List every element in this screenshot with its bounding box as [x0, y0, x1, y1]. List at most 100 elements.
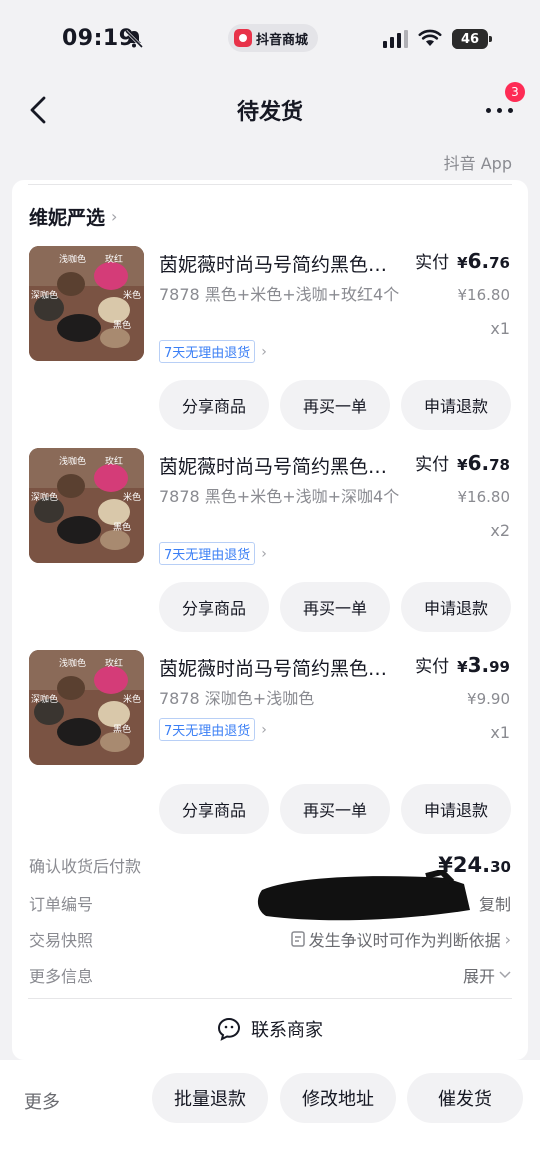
product-image: 浅咖色 玫红 深咖色 米色 黑色: [29, 246, 144, 361]
paid-amount-int: 3.: [467, 653, 490, 677]
app-indicator-label: 抖音商城: [256, 32, 309, 48]
order-item: 浅咖色 玫红 深咖色 米色 黑色 茵妮薇时尚马号简约黑色… 7878 黑色+米色…: [0, 246, 540, 448]
request-refund-button[interactable]: 申请退款: [401, 582, 511, 632]
quantity: x1: [490, 723, 510, 742]
ellipsis-dot: [508, 108, 513, 113]
original-price: ¥9.90: [467, 690, 510, 708]
product-image: 浅咖色 玫红 深咖色 米色 黑色: [29, 650, 144, 765]
thumb-label: 浅咖色: [59, 253, 86, 265]
product-spec: 7878 黑色+米色+浅咖+深咖4个: [159, 487, 400, 506]
chevron-right-icon: ›: [261, 545, 267, 562]
douyin-mall-logo-icon: [234, 29, 252, 47]
order-item: 浅咖色 玫红 深咖色 米色 黑色 茵妮薇时尚马号简约黑色… 7878 黑色+米色…: [0, 448, 540, 650]
return-tag-label: 7天无理由退货: [159, 340, 256, 363]
paid-amount-int: 6.: [467, 249, 490, 273]
more-info-row[interactable]: 更多信息 展开: [29, 960, 511, 990]
item-actions: 分享商品 再买一单 申请退款: [159, 784, 511, 834]
bell-slash-icon: [124, 29, 144, 49]
thumb-label: 黑色: [113, 521, 131, 533]
contact-merchant-button[interactable]: 联系商家: [0, 1016, 540, 1042]
battery-indicator: 46: [452, 29, 492, 49]
thumb-label: 浅咖色: [59, 455, 86, 467]
thumb-label: 米色: [123, 491, 141, 503]
paid-amount-dec: 76: [489, 254, 510, 272]
return-tag-label: 7天无理由退货: [159, 718, 256, 741]
share-product-button[interactable]: 分享商品: [159, 784, 269, 834]
ellipsis-dot: [497, 108, 502, 113]
paid-label: 实付: [415, 455, 450, 475]
more-info-label: 更多信息: [29, 967, 94, 986]
change-address-button[interactable]: 修改地址: [280, 1073, 396, 1123]
thumb-label: 米色: [123, 693, 141, 705]
return-policy-tag[interactable]: 7天无理由退货 ›: [159, 542, 267, 565]
notification-badge: 3: [505, 82, 525, 102]
return-policy-tag[interactable]: 7天无理由退货 ›: [159, 718, 267, 741]
paid-label: 实付: [415, 253, 450, 273]
batch-refund-button[interactable]: 批量退款: [152, 1073, 268, 1123]
original-price: ¥16.80: [457, 286, 511, 304]
return-tag-label: 7天无理由退货: [159, 542, 256, 565]
thumb-label: 玫红: [105, 657, 123, 669]
app-indicator[interactable]: 抖音商城: [228, 24, 319, 52]
page-title: 待发货: [236, 100, 303, 125]
status-bar: 09:19 抖音商城 46: [0, 0, 540, 78]
chevron-right-icon: ›: [111, 207, 118, 226]
buy-again-button[interactable]: 再买一单: [280, 582, 390, 632]
thumb-label: 黑色: [113, 723, 131, 735]
order-total-dec: 30: [490, 858, 511, 876]
product-thumbnail[interactable]: 浅咖色 玫红 深咖色 米色 黑色: [29, 650, 144, 765]
product-image: 浅咖色 玫红 深咖色 米色 黑色: [29, 448, 144, 563]
chevron-right-icon: ›: [504, 929, 511, 949]
expand-button[interactable]: 展开: [463, 963, 511, 987]
urge-shipment-button[interactable]: 催发货: [407, 1073, 523, 1123]
source-label: 抖音 App: [443, 154, 512, 173]
thumb-label: 深咖色: [31, 289, 58, 301]
item-actions: 分享商品 再买一单 申请退款: [159, 582, 511, 632]
product-title[interactable]: 茵妮薇时尚马号简约黑色…: [159, 654, 403, 681]
battery-level: 46: [460, 31, 480, 47]
product-spec: 7878 黑色+米色+浅咖+玫红4个: [159, 285, 400, 304]
chevron-right-icon: ›: [261, 721, 267, 738]
chat-icon: [217, 1017, 241, 1041]
currency-symbol: ¥: [457, 254, 468, 272]
quantity: x2: [490, 521, 510, 540]
share-product-button[interactable]: 分享商品: [159, 582, 269, 632]
product-spec: 7878 深咖色+浅咖色: [159, 689, 315, 708]
copy-order-number-button[interactable]: 复制: [479, 891, 511, 915]
shop-name-link[interactable]: 维妮严选 ›: [29, 203, 117, 230]
chevron-down-icon: [499, 971, 511, 979]
paid-label: 实付: [415, 657, 450, 677]
wifi-icon: [418, 29, 442, 46]
order-number-label: 订单编号: [29, 895, 94, 914]
thumb-label: 米色: [123, 289, 141, 301]
paid-amount-dec: 99: [489, 658, 510, 676]
product-thumbnail[interactable]: 浅咖色 玫红 深咖色 米色 黑色: [29, 448, 144, 563]
paid-amount-int: 6.: [467, 451, 490, 475]
contact-merchant-label: 联系商家: [251, 1020, 323, 1041]
paid-price: 实付 ¥6.78: [415, 450, 510, 475]
product-title[interactable]: 茵妮薇时尚马号简约黑色…: [159, 250, 403, 277]
buy-again-button[interactable]: 再买一单: [280, 784, 390, 834]
snapshot-label: 交易快照: [29, 931, 94, 950]
return-policy-tag[interactable]: 7天无理由退货 ›: [159, 340, 267, 363]
product-title[interactable]: 茵妮薇时尚马号简约黑色…: [159, 452, 403, 479]
thumb-label: 深咖色: [31, 491, 58, 503]
share-product-button[interactable]: 分享商品: [159, 380, 269, 430]
thumb-label: 浅咖色: [59, 657, 86, 669]
more-actions-button[interactable]: 更多: [24, 1088, 60, 1114]
product-thumbnail[interactable]: 浅咖色 玫红 深咖色 米色 黑色: [29, 246, 144, 361]
request-refund-button[interactable]: 申请退款: [401, 784, 511, 834]
currency-symbol: ¥: [457, 658, 468, 676]
snapshot-row[interactable]: 交易快照 发生争议时可作为判断依据 ›: [29, 924, 511, 954]
thumb-label: 深咖色: [31, 693, 58, 705]
snapshot-value: 发生争议时可作为判断依据: [308, 931, 501, 950]
currency-symbol: ¥: [457, 456, 468, 474]
payment-label: 确认收货后付款: [29, 857, 142, 876]
request-refund-button[interactable]: 申请退款: [401, 380, 511, 430]
nav-bar: 待发货: [0, 78, 540, 142]
order-item: 浅咖色 玫红 深咖色 米色 黑色 茵妮薇时尚马号简约黑色… 7878 深咖色+浅…: [0, 650, 540, 852]
redaction-scribble: [257, 870, 470, 921]
document-icon: [290, 931, 305, 947]
snapshot-link[interactable]: 发生争议时可作为判断依据 ›: [290, 927, 511, 951]
buy-again-button[interactable]: 再买一单: [280, 380, 390, 430]
